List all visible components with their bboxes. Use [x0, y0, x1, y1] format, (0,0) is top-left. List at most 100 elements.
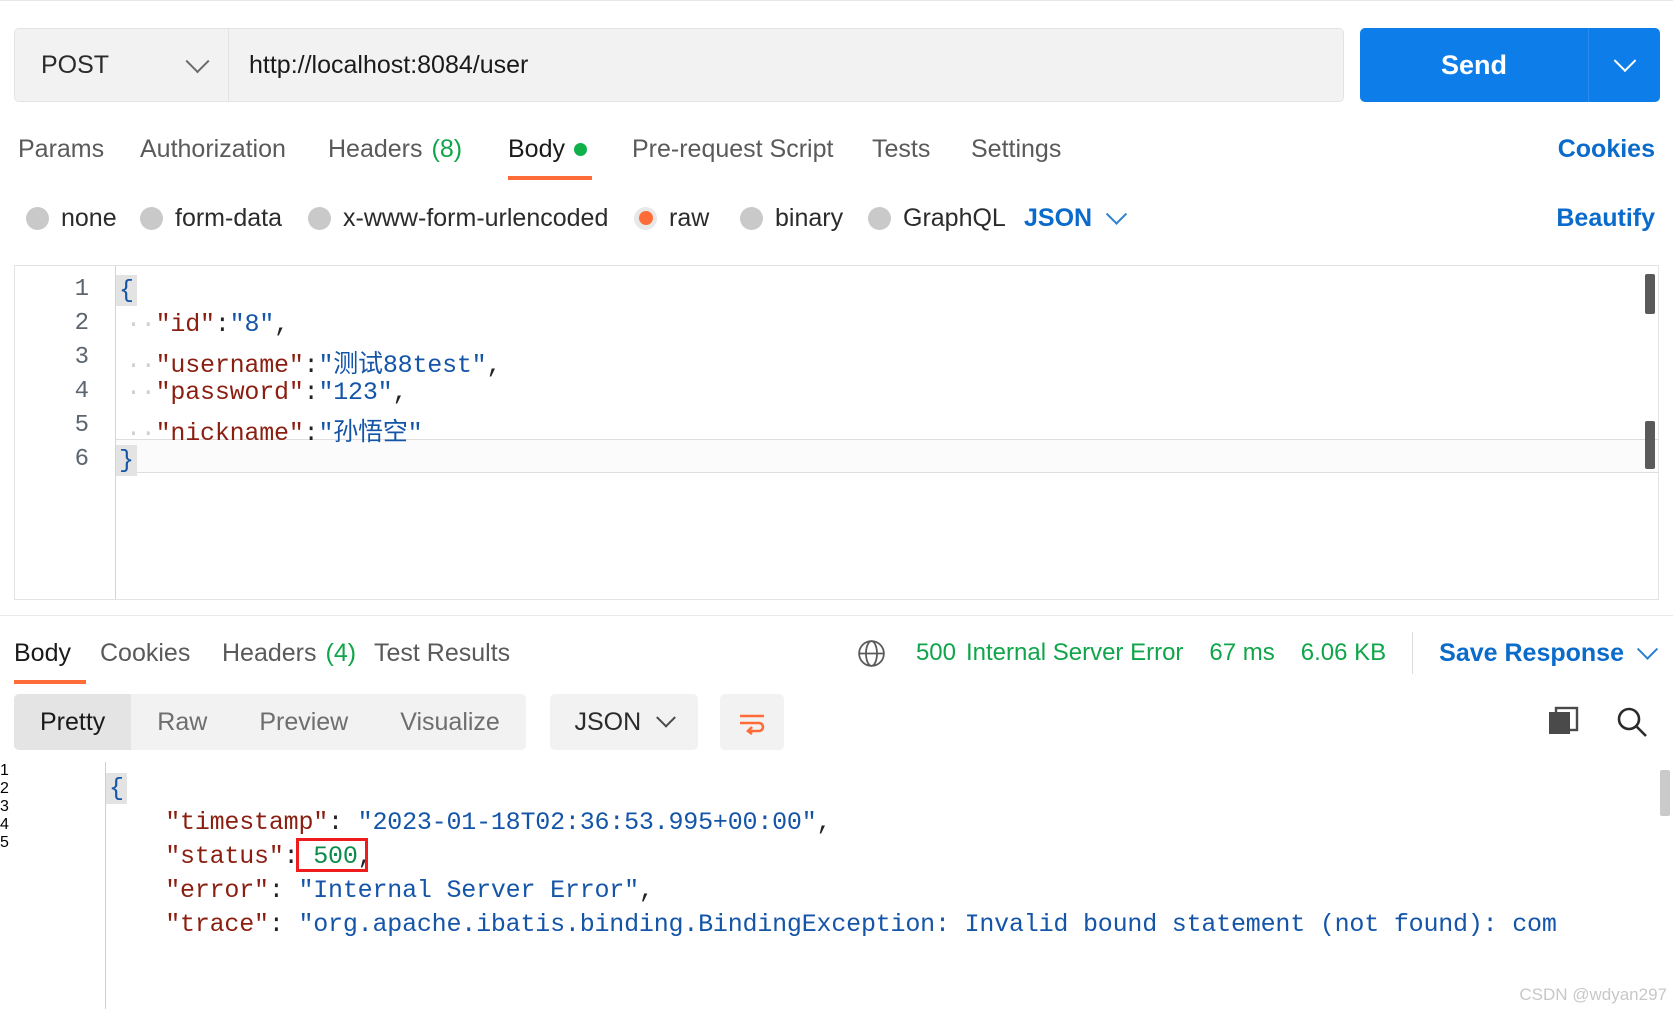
tab-label: Params [18, 134, 105, 163]
response-body-editor[interactable]: 1 2 3 4 5 { "timestamp": "2023-01-18T02:… [0, 762, 1673, 1009]
code-token: , [486, 351, 502, 380]
send-button[interactable]: Send [1360, 28, 1588, 102]
active-tab-underline [508, 176, 592, 180]
request-body-editor[interactable]: 1 2 3 4 5 6 { ··"id":"8", ··"username":"… [14, 265, 1659, 600]
cookies-link[interactable]: Cookies [1558, 118, 1655, 180]
response-tab-body[interactable]: Body [14, 622, 86, 684]
code-line: ··"id":"8", [126, 310, 289, 339]
code-token: "org.apache.ibatis.binding.BindingExcept… [298, 910, 1557, 939]
body-type-x-www-form-urlencoded[interactable]: x-www-form-urlencoded [308, 188, 608, 248]
headers-count: (8) [431, 134, 463, 163]
code-token: "trace" [165, 910, 269, 939]
editor-scrollbar-thumb-top[interactable] [1645, 274, 1655, 314]
code-line: } [116, 445, 137, 476]
response-code-area[interactable]: { "timestamp": "2023-01-18T02:36:53.995+… [105, 762, 1673, 1009]
code-line: ··"password":"123", [126, 378, 407, 407]
view-pretty[interactable]: Pretty [14, 694, 132, 750]
body-type-graphql[interactable]: GraphQL [868, 188, 1006, 248]
request-format-select[interactable]: JSON [1024, 188, 1128, 248]
body-type-form-data[interactable]: form-data [140, 188, 282, 248]
code-token: , [392, 378, 408, 407]
view-preview[interactable]: Preview [233, 694, 374, 750]
radio-label: x-www-form-urlencoded [343, 203, 609, 232]
line-number: 4 [0, 816, 9, 833]
response-view-toolbar: Pretty Raw Preview Visualize JSON [14, 694, 784, 750]
search-icon [1617, 707, 1647, 737]
code-token: ·· [126, 351, 156, 380]
tab-authorization[interactable]: Authorization [140, 118, 286, 180]
code-token: } [116, 445, 137, 476]
line-number: 5 [0, 834, 9, 851]
word-wrap-button[interactable] [719, 694, 784, 750]
body-present-dot-icon [573, 142, 587, 156]
code-token: : [268, 876, 299, 905]
body-type-row: none form-data x-www-form-urlencoded raw… [0, 188, 1673, 248]
save-response-button[interactable]: Save Response [1439, 638, 1659, 668]
tab-label: Settings [971, 134, 1062, 163]
save-response-label: Save Response [1439, 638, 1624, 667]
status-text: Internal Server Error [966, 639, 1184, 666]
send-group: Send [1360, 28, 1660, 102]
code-line: "error": "Internal Server Error", [106, 876, 654, 905]
tab-label: Headers [328, 134, 423, 163]
radio-icon [308, 206, 331, 230]
code-token: ·· [126, 378, 156, 407]
code-token: : [328, 808, 358, 837]
tab-headers[interactable]: Headers (8) [328, 118, 462, 180]
status-code: 500 [915, 639, 956, 666]
code-token: "password" [155, 378, 304, 407]
body-type-binary[interactable]: binary [740, 188, 843, 248]
radio-icon [740, 206, 763, 230]
response-action-icons [1547, 694, 1649, 750]
response-scrollbar-thumb[interactable] [1660, 770, 1670, 816]
code-token: ·· [126, 419, 156, 448]
response-time: 67 ms [1209, 639, 1275, 666]
response-format-select[interactable]: JSON [549, 694, 698, 750]
chevron-down-icon [1636, 638, 1659, 660]
copy-button[interactable] [1547, 706, 1581, 738]
code-token: : [303, 419, 319, 448]
view-visualize[interactable]: Visualize [374, 694, 526, 750]
code-token: ·· [126, 310, 156, 339]
request-format-label: JSON [1024, 203, 1093, 232]
code-line: { [116, 275, 137, 306]
code-token: "2023-01-18T02:36:53.995+00:00" [357, 808, 817, 837]
send-options-button[interactable] [1588, 28, 1660, 102]
view-raw[interactable]: Raw [131, 694, 233, 750]
code-token: "nickname" [155, 419, 304, 448]
response-tab-test-results[interactable]: Test Results [374, 622, 510, 684]
code-line: ··"username":"测试88test", [126, 344, 501, 380]
tab-settings[interactable]: Settings [971, 118, 1061, 180]
response-format-label: JSON [574, 707, 642, 736]
http-method-select[interactable]: POST [15, 29, 229, 101]
body-type-raw[interactable]: raw [634, 188, 709, 248]
beautify-button[interactable]: Beautify [1556, 188, 1655, 248]
line-number: 4 [74, 378, 89, 405]
response-tab-cookies[interactable]: Cookies [100, 622, 190, 684]
code-token: "id" [155, 310, 215, 339]
editor-scrollbar-thumb[interactable] [1645, 421, 1655, 469]
response-tab-headers[interactable]: Headers (4) [222, 622, 356, 684]
code-token: "123" [318, 378, 393, 407]
chevron-down-icon [185, 48, 210, 73]
copy-icon [1549, 706, 1579, 734]
radio-label: form-data [175, 203, 282, 232]
tab-params[interactable]: Params [18, 118, 104, 180]
code-token: "孙悟空" [318, 419, 423, 448]
request-code-area[interactable]: { ··"id":"8", ··"username":"测试88test", ·… [115, 266, 1658, 599]
tab-tests[interactable]: Tests [872, 118, 930, 180]
word-wrap-icon [739, 714, 765, 735]
search-button[interactable] [1615, 705, 1649, 739]
code-token: : [303, 378, 319, 407]
response-separator [0, 615, 1673, 616]
tab-body[interactable]: Body [508, 118, 592, 180]
url-input[interactable]: http://localhost:8084/user [229, 29, 1343, 101]
line-number: 3 [74, 344, 89, 371]
body-type-none[interactable]: none [26, 188, 117, 248]
code-token: "8" [229, 310, 275, 339]
tab-pre-request-script[interactable]: Pre-request Script [632, 118, 833, 180]
radio-label: binary [775, 203, 844, 232]
